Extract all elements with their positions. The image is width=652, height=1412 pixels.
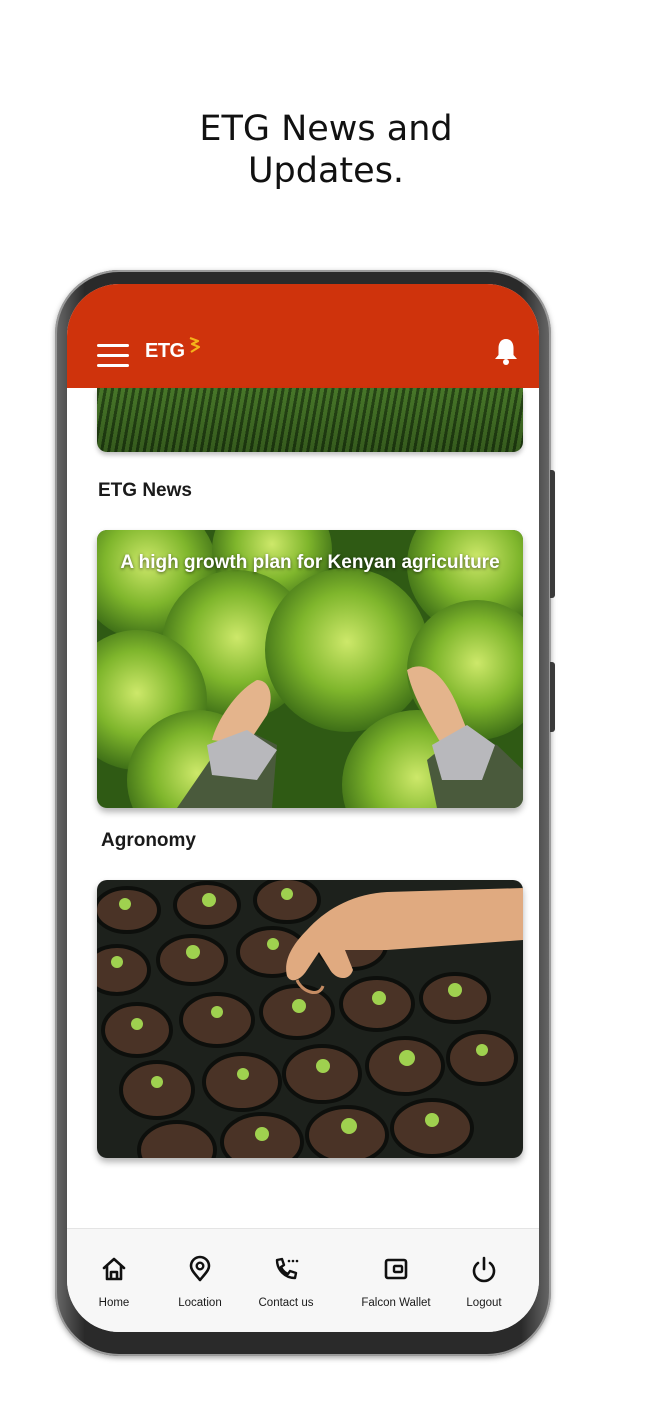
previous-card-image[interactable] [97,388,523,452]
bell-icon[interactable] [492,336,520,366]
nav-wallet-label: Falcon Wallet [361,1297,431,1309]
nav-contact-us[interactable]: Contact us [239,1229,333,1332]
app-bar: ETG [67,284,539,388]
section-title-agronomy: Agronomy [101,830,196,851]
page-headline: ETG News and Updates. [0,108,652,192]
phone-icon [275,1257,299,1280]
seedling-tray-image [97,880,523,1158]
location-pin-icon [189,1255,211,1282]
headline-line-1: ETG News and [199,109,453,149]
bottom-navigation: Home Location Contact us Falcon Wallet L… [67,1228,539,1332]
nav-logout[interactable]: Logout [437,1229,531,1332]
news-card[interactable]: A high growth plan for Kenyan agricultur… [97,530,523,808]
app-screen: ETG ETG News A high growth plan for Keny… [67,284,539,1332]
etg-logo: ETG [145,340,185,362]
phone-volume-button [550,470,555,598]
phone-frame: ETG ETG News A high growth plan for Keny… [55,270,555,1356]
news-card-caption: A high growth plan for Kenyan agricultur… [120,552,500,573]
nav-logout-label: Logout [466,1297,502,1309]
nav-location[interactable]: Location [153,1229,247,1332]
agronomy-card[interactable] [97,880,523,1158]
nav-falcon-wallet[interactable]: Falcon Wallet [349,1229,443,1332]
wallet-icon [384,1258,408,1280]
headline-line-2: Updates. [247,151,405,191]
nav-contact-label: Contact us [258,1297,314,1309]
nav-location-label: Location [178,1297,222,1309]
nav-home-label: Home [98,1297,130,1309]
home-icon [102,1257,126,1281]
logo-mark-icon [189,336,201,353]
power-icon [472,1256,496,1283]
hamburger-icon[interactable] [97,344,129,367]
nav-home[interactable]: Home [67,1229,161,1332]
phone-power-button [550,662,555,732]
section-title-etg-news: ETG News [98,480,192,501]
